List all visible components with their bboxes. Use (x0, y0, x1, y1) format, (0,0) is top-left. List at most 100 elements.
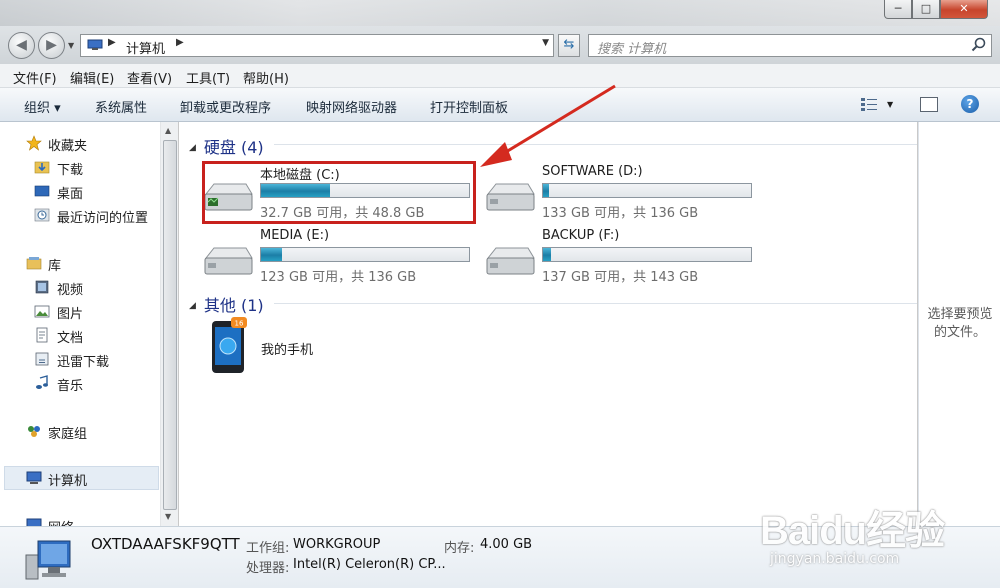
system-properties-button[interactable]: 系统属性 (95, 97, 147, 116)
hard-disk-group-header[interactable]: ◢ 硬盘 (4) (189, 134, 264, 158)
drive-d-name: SOFTWARE (D:) (542, 164, 643, 179)
nav-videos-label: 视频 (57, 283, 84, 298)
collapse-icon[interactable]: ◢ (189, 301, 196, 311)
drive-f-usage-fill (543, 248, 552, 261)
menu-tools[interactable]: 工具(T) (186, 68, 230, 87)
menu-file[interactable]: 文件(F) (13, 68, 57, 87)
help-button[interactable]: ? (961, 95, 979, 113)
drive-e[interactable]: MEDIA (E:) 123 GB 可用，共 136 GB (202, 228, 482, 288)
change-view-icon[interactable] (860, 96, 878, 112)
menu-bar: 文件(F) 编辑(E) 查看(V) 工具(T) 帮助(H) (0, 64, 1000, 88)
title-bar: ─ □ ✕ (0, 0, 1000, 26)
nav-videos[interactable]: 视频 (0, 276, 160, 298)
menu-help[interactable]: 帮助(H) (243, 68, 289, 87)
back-arrow-icon: ◀ (16, 37, 27, 53)
close-button[interactable]: ✕ (940, 0, 988, 19)
minimize-button[interactable]: ─ (884, 0, 912, 19)
drive-e-usage-bar (260, 247, 470, 262)
phone-icon: 16 (212, 317, 247, 373)
nav-thunder-downloads[interactable]: 迅雷下载 (0, 348, 160, 370)
thunder-downloads-icon (35, 352, 49, 366)
processor-label: 处理器: (246, 561, 290, 576)
drive-d-usage-bar (542, 183, 752, 198)
drive-d-info: 133 GB 可用，共 136 GB (542, 206, 699, 221)
nav-documents[interactable]: 文档 (0, 324, 160, 346)
computer-icon (25, 540, 71, 580)
star-icon (26, 135, 42, 151)
preview-pane: 选择要预览的文件。 (918, 122, 1000, 526)
drive-d-usage-fill (543, 184, 550, 197)
computer-icon (87, 39, 103, 50)
scroll-down-icon[interactable]: ▼ (165, 512, 171, 521)
hard-drive-icon (486, 247, 535, 275)
other-group-header[interactable]: ◢ 其他 (1) (189, 292, 264, 316)
address-dropdown-icon[interactable]: ▼ (542, 38, 549, 48)
desktop-icon (34, 185, 50, 197)
search-placeholder: 搜索 计算机 (597, 42, 667, 57)
scroll-up-icon[interactable]: ▲ (165, 126, 171, 135)
collapse-icon[interactable]: ◢ (189, 143, 196, 153)
nav-pictures-label: 图片 (57, 307, 84, 322)
baidu-watermark: Baidu经验 jingyan.baidu.com (760, 478, 990, 583)
map-network-drive-button[interactable]: 映射网络驱动器 (306, 97, 397, 116)
watermark-brand: Baidu经验 (760, 509, 945, 553)
recent-places-icon (34, 208, 50, 222)
nav-recent-places[interactable]: 最近访问的位置 (0, 204, 160, 226)
documents-icon (36, 327, 48, 343)
nav-downloads-label: 下载 (57, 163, 84, 178)
workgroup-value: WORKGROUP (293, 537, 381, 552)
nav-libraries[interactable]: 库 (0, 252, 160, 274)
nav-desktop[interactable]: 桌面 (0, 180, 160, 202)
network-icon (26, 518, 42, 526)
pictures-icon (34, 305, 50, 318)
open-control-panel-button[interactable]: 打开控制面板 (430, 97, 508, 116)
preview-pane-toggle[interactable] (920, 97, 938, 112)
processor-value: Intel(R) Celeron(R) CP... (293, 557, 446, 572)
drive-f[interactable]: BACKUP (F:) 137 GB 可用，共 143 GB (484, 228, 764, 288)
nav-network[interactable]: 网络 (0, 514, 160, 526)
search-input[interactable]: 搜索 计算机 (588, 34, 992, 57)
forward-arrow-icon: ▶ (46, 37, 57, 53)
memory-label: 内存: (444, 541, 475, 556)
view-options-dropdown-icon[interactable]: ▼ (887, 100, 893, 109)
nav-music[interactable]: 音乐 (0, 372, 160, 394)
my-phone-label: 我的手机 (261, 343, 314, 358)
computer-name: OXTDAAAFSKF9QTT (91, 535, 240, 553)
nav-desktop-label: 桌面 (57, 187, 84, 202)
organize-button[interactable]: 组织 ▾ (24, 97, 61, 116)
breadcrumb-separator-icon[interactable]: ▶ (176, 37, 184, 48)
nav-pictures[interactable]: 图片 (0, 300, 160, 322)
libraries-icon (26, 257, 42, 270)
nav-homegroup-label: 家庭组 (48, 427, 88, 442)
recent-pages-dropdown-icon[interactable]: ▼ (68, 41, 74, 50)
forward-button[interactable]: ▶ (38, 32, 65, 59)
nav-favorites[interactable]: 收藏夹 (0, 132, 160, 154)
command-bar: 组织 ▾ 系统属性 卸载或更改程序 映射网络驱动器 打开控制面板 ▼ ? (0, 88, 1000, 122)
maximize-button[interactable]: □ (912, 0, 940, 19)
breadcrumb-separator-icon[interactable]: ▶ (108, 37, 116, 48)
menu-view[interactable]: 查看(V) (127, 68, 172, 87)
my-phone[interactable]: 16 我的手机 (209, 317, 469, 377)
music-icon (36, 375, 48, 389)
drive-d[interactable]: SOFTWARE (D:) 133 GB 可用，共 136 GB (484, 164, 764, 224)
preview-message: 选择要预览的文件。 (927, 307, 993, 340)
scrollbar-thumb[interactable] (163, 140, 177, 510)
refresh-button[interactable]: ⇆ (558, 34, 580, 57)
uninstall-program-button[interactable]: 卸载或更改程序 (180, 97, 271, 116)
downloads-folder-icon (34, 161, 50, 174)
search-icon[interactable] (971, 37, 987, 53)
nav-libraries-label: 库 (48, 259, 62, 274)
drive-f-name: BACKUP (F:) (542, 228, 620, 243)
nav-computer[interactable]: 计算机 (4, 466, 159, 490)
hard-drive-icon (204, 247, 253, 275)
nav-downloads[interactable]: 下载 (0, 156, 160, 178)
navigation-scrollbar[interactable]: ▲ ▼ (160, 122, 178, 526)
breadcrumb-computer[interactable]: 计算机 (126, 38, 165, 57)
nav-homegroup[interactable]: 家庭组 (0, 420, 160, 442)
menu-edit[interactable]: 编辑(E) (70, 68, 114, 87)
homegroup-icon (28, 426, 40, 437)
drive-e-info: 123 GB 可用，共 136 GB (260, 270, 417, 285)
group-divider (274, 144, 917, 145)
back-button[interactable]: ◀ (8, 32, 35, 59)
address-bar[interactable]: ▶ 计算机 ▶ ▼ (80, 34, 554, 57)
